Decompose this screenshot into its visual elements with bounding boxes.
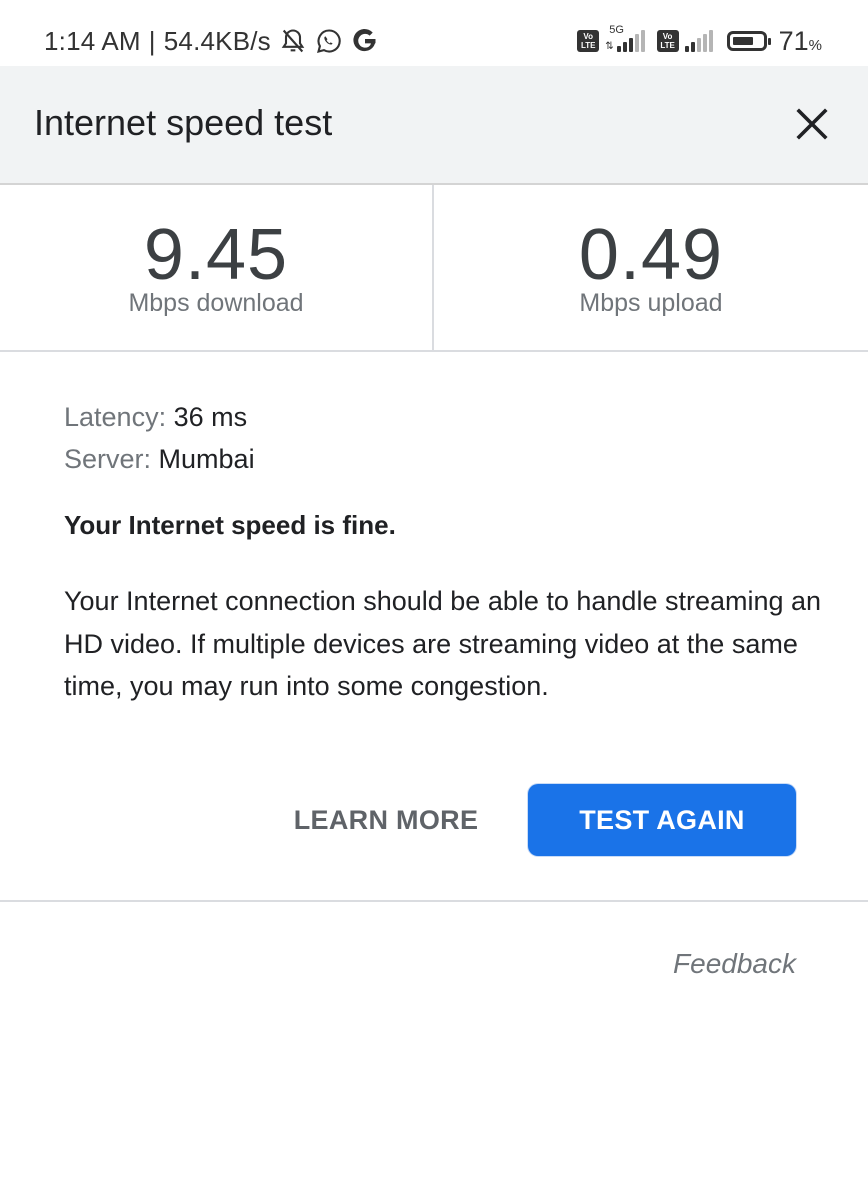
volte-top: Vo	[583, 32, 594, 41]
download-result: 9.45 Mbps download	[0, 185, 434, 350]
speed-results: 9.45 Mbps download 0.49 Mbps upload	[0, 185, 868, 352]
signal-bar	[634, 34, 639, 52]
data-activity-icon: ⇅	[605, 41, 614, 52]
whatsapp-icon	[315, 27, 343, 55]
upload-speed: 0.49	[578, 215, 724, 295]
download-label: Mbps download	[128, 289, 304, 317]
latency-row: Latency: 36 ms	[64, 396, 824, 438]
status-separator: |	[148, 25, 156, 56]
server-row: Server: Mumbai	[64, 438, 824, 480]
signal-bar	[696, 38, 701, 52]
battery-value: 71	[778, 25, 809, 56]
battery-icon	[726, 31, 771, 51]
signal-icon-sim1: 5G ⇅	[605, 24, 645, 52]
test-details: Latency: 36 ms Server: Mumbai	[64, 396, 824, 480]
battery-level	[732, 37, 753, 45]
page-title: Internet speed test	[34, 102, 333, 143]
status-bar-left: 1:14 AM | 54.4KB/s	[44, 22, 379, 60]
signal-bar	[628, 38, 633, 52]
volte-badge-sim2: Vo LTE	[656, 30, 679, 52]
network-speed: 54.4KB/s	[163, 25, 271, 56]
feedback-link[interactable]: Feedback	[673, 948, 796, 980]
clock: 1:14 AM	[44, 25, 141, 56]
close-icon	[796, 108, 828, 140]
upload-result: 0.49 Mbps upload	[434, 185, 868, 350]
upload-label: Mbps upload	[579, 289, 723, 317]
volte-bottom: LTE	[580, 41, 596, 50]
signal-bar	[702, 34, 707, 52]
volte-bottom: LTE	[660, 41, 675, 50]
latency-label: Latency:	[64, 402, 167, 432]
signal-icon-sim2	[684, 30, 713, 52]
server-value: Mumbai	[158, 444, 255, 474]
battery-unit: %	[808, 36, 822, 54]
speed-description: Your Internet connection should be able …	[64, 586, 822, 701]
test-again-button[interactable]: TEST AGAIN	[528, 784, 796, 856]
status-bar-right: Vo LTE 5G ⇅ Vo LTE 71%	[577, 22, 822, 60]
signal-bar	[708, 30, 713, 52]
status-bar: 1:14 AM | 54.4KB/s Vo LTE 5G ⇅ Vo LTE 71…	[0, 0, 868, 66]
google-icon	[351, 27, 379, 55]
signal-bar	[690, 42, 695, 52]
network-type: 5G	[609, 24, 624, 36]
volte-badge-sim1: Vo LTE	[577, 30, 600, 52]
latency-value: 36 ms	[173, 402, 248, 432]
download-speed: 9.45	[143, 215, 289, 295]
volte-top: Vo	[662, 32, 673, 41]
header: Internet speed test	[0, 66, 868, 185]
learn-more-button[interactable]: LEARN MORE	[290, 785, 482, 855]
signal-bar	[640, 30, 645, 52]
speed-verdict: Your Internet speed is fine.	[64, 510, 396, 540]
bell-off-icon	[279, 27, 307, 55]
close-button[interactable]	[790, 102, 834, 146]
signal-bar	[616, 46, 621, 52]
battery-percent: 71%	[779, 26, 822, 57]
signal-bar	[684, 46, 689, 52]
server-label: Server:	[64, 444, 152, 474]
divider	[0, 900, 868, 902]
signal-bar	[622, 42, 627, 52]
